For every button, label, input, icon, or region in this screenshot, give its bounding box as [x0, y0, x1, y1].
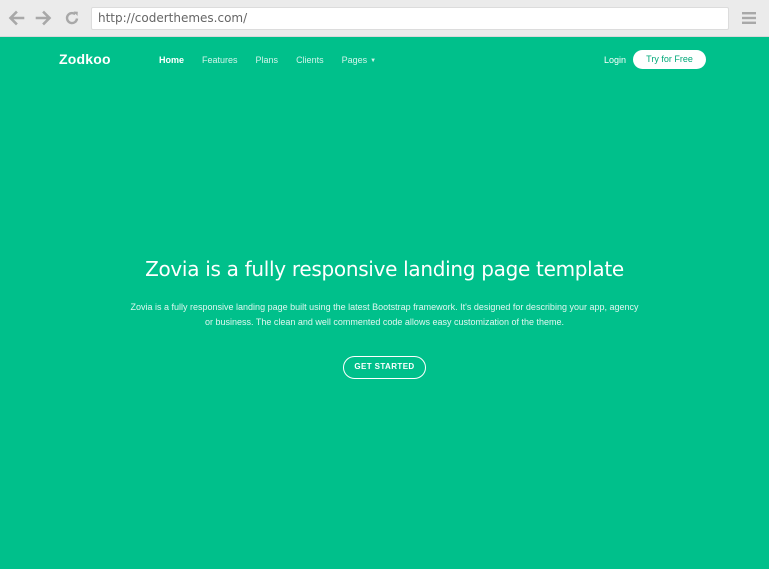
- browser-toolbar: http://coderthemes.com/: [0, 0, 769, 37]
- get-started-button[interactable]: GET STARTED: [343, 356, 426, 379]
- address-bar[interactable]: http://coderthemes.com/: [91, 7, 729, 30]
- reload-icon: [65, 11, 79, 25]
- hero-description: Zovia is a fully responsive landing page…: [130, 302, 639, 327]
- nav-plans[interactable]: Plans: [256, 55, 279, 65]
- nav-pages-label: Pages: [341, 55, 368, 65]
- hero-title: Zovia is a fully responsive landing page…: [145, 257, 624, 281]
- nav-clients[interactable]: Clients: [296, 55, 324, 65]
- landing-page: Zodkoo Home Features Plans Clients Pages…: [0, 37, 769, 569]
- caret-down-icon: ▼: [370, 58, 377, 64]
- nav-pages-dropdown[interactable]: Pages ▼: [342, 55, 376, 65]
- try-for-free-button[interactable]: Try for Free: [633, 50, 706, 69]
- hamburger-menu-icon: [742, 12, 756, 24]
- nav-home[interactable]: Home: [159, 55, 184, 65]
- nav-features[interactable]: Features: [202, 55, 238, 65]
- main-nav: Home Features Plans Clients Pages ▼: [159, 55, 394, 65]
- reload-button[interactable]: [62, 8, 82, 28]
- login-link[interactable]: Login: [604, 55, 626, 65]
- back-button[interactable]: [6, 8, 26, 28]
- browser-menu-button[interactable]: [740, 9, 758, 27]
- site-logo[interactable]: Zodkoo: [59, 51, 111, 67]
- forward-arrow-icon: [35, 10, 52, 26]
- forward-button[interactable]: [34, 8, 54, 28]
- back-arrow-icon: [8, 10, 25, 26]
